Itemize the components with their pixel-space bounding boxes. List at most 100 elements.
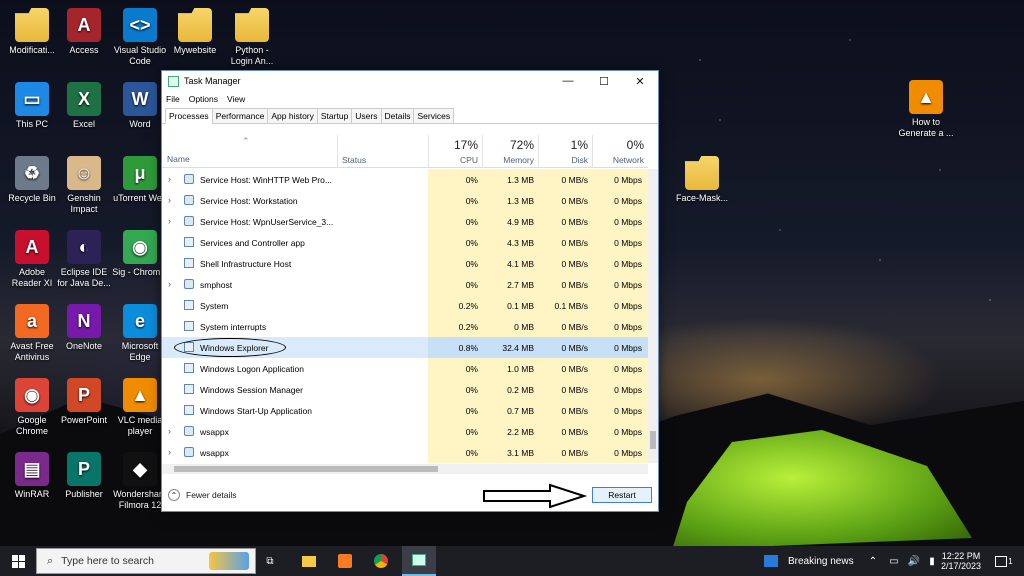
desktop-icon[interactable]: P Publisher: [56, 452, 112, 500]
xampp-taskbar-icon[interactable]: [332, 546, 358, 576]
table-row[interactable]: Windows Logon Application 0% 1.0 MB 0 MB/s 0…: [162, 358, 648, 379]
desktop-icon[interactable]: X Excel: [56, 82, 112, 130]
tab-details[interactable]: Details: [380, 108, 415, 123]
table-row[interactable]: System 0.2% 0.1 MB 0.1 MB/s 0 Mbps: [162, 295, 648, 316]
table-row[interactable]: › Service Host: WpnUserService_3... 0% 4.9 …: [162, 211, 648, 232]
menu-file[interactable]: File: [166, 94, 180, 104]
column-cpu[interactable]: 17% CPU: [428, 135, 482, 168]
desktop-icon[interactable]: ▲ How to Generate a ...: [898, 80, 954, 139]
notification-center-icon[interactable]: 1: [992, 546, 1016, 576]
desktop-icon-label: Sig - Chrom...: [112, 267, 168, 277]
desktop-icon[interactable]: ▭ This PC: [4, 82, 60, 130]
desktop-icon[interactable]: Python - Login An...: [224, 8, 280, 67]
horizontal-scrollbar[interactable]: [162, 464, 648, 474]
cpu-value: 0%: [465, 280, 478, 290]
chevron-right-icon[interactable]: ›: [168, 174, 171, 184]
app-icon: <>: [123, 8, 157, 42]
desktop-icon-label: Mywebsite: [173, 45, 217, 55]
cpu-value: 0.8%: [458, 343, 478, 353]
desktop-icon[interactable]: e Microsoft Edge: [112, 304, 168, 363]
desktop-icon[interactable]: A Adobe Reader XI: [4, 230, 60, 289]
news-widget[interactable]: Breaking news: [764, 546, 860, 576]
fewer-details-link[interactable]: ⌃ Fewer details: [168, 489, 237, 501]
column-memory[interactable]: 72% Memory: [482, 135, 538, 168]
start-button[interactable]: [0, 546, 36, 576]
desktop-icon[interactable]: ☺ Genshin Impact: [56, 156, 112, 215]
close-button[interactable]: ✕: [622, 71, 658, 91]
desktop-icon[interactable]: ◆ Wondershare Filmora 12: [112, 452, 168, 511]
table-row[interactable]: › wsappx 0% 2.2 MB 0 MB/s 0 Mbps: [162, 421, 648, 442]
table-row[interactable]: › smphost 0% 2.7 MB 0 MB/s 0 Mbps: [162, 274, 648, 295]
desktop-icon[interactable]: ▲ VLC media player: [112, 378, 168, 437]
app-icon: ▲: [123, 378, 157, 412]
chevron-right-icon[interactable]: ›: [168, 279, 171, 289]
desktop-icon[interactable]: N OneNote: [56, 304, 112, 352]
desktop-icon[interactable]: ◐ Eclipse IDE for Java De...: [56, 230, 112, 289]
column-network[interactable]: 0% Network: [592, 135, 648, 168]
vertical-scroll-thumb[interactable]: [650, 431, 656, 449]
table-row[interactable]: Services and Controller app 0% 4.3 MB 0 MB/…: [162, 232, 648, 253]
search-highlight-icon: [209, 552, 249, 570]
file-explorer-taskbar-icon[interactable]: [296, 546, 322, 576]
menu-options[interactable]: Options: [189, 94, 218, 104]
desktop-icon[interactable]: P PowerPoint: [56, 378, 112, 426]
chevron-right-icon[interactable]: ›: [168, 447, 171, 457]
table-row[interactable]: System interrupts 0.2% 0 MB 0 MB/s 0 Mbps: [162, 316, 648, 337]
chevron-right-icon[interactable]: ›: [168, 216, 171, 226]
table-row[interactable]: Windows Start-Up Application 0% 0.7 MB 0 MB…: [162, 400, 648, 421]
tab-users[interactable]: Users: [351, 108, 382, 123]
restart-button[interactable]: Restart: [592, 487, 652, 503]
column-name[interactable]: Name: [167, 154, 190, 164]
tab-services[interactable]: Services: [413, 108, 455, 123]
table-row[interactable]: › Service Host: Workstation 0% 1.3 MB 0 MB/s…: [162, 190, 648, 211]
desktop-icon[interactable]: A Access: [56, 8, 112, 56]
column-status[interactable]: Status: [337, 135, 428, 168]
desktop-icon[interactable]: Modificati...: [4, 8, 60, 56]
desktop-icon[interactable]: a Avast Free Antivirus: [4, 304, 60, 363]
folder-icon: [685, 156, 719, 190]
network-icon[interactable]: ▭: [886, 546, 902, 576]
table-row[interactable]: Windows Session Manager 0% 0.2 MB 0 MB/s 0 M…: [162, 379, 648, 400]
desktop-icon[interactable]: ♻ Recycle Bin: [4, 156, 60, 204]
arrow-annotation: [483, 483, 588, 509]
maximize-button[interactable]: ☐: [586, 71, 622, 91]
table-row[interactable]: Shell Infrastructure Host 0% 4.1 MB 0 MB/s 0…: [162, 253, 648, 274]
desktop-icon[interactable]: ◉ Google Chrome: [4, 378, 60, 437]
desktop-icon[interactable]: ▤ WinRAR: [4, 452, 60, 500]
tab-app-history[interactable]: App history: [267, 108, 318, 123]
task-manager-taskbar-icon[interactable]: [402, 546, 436, 576]
volume-icon[interactable]: 🔊: [906, 546, 922, 576]
tab-startup[interactable]: Startup: [316, 108, 353, 123]
battery-icon[interactable]: ▮: [924, 546, 940, 576]
chevron-right-icon[interactable]: ›: [168, 426, 171, 436]
desktop-icon[interactable]: <> Visual Studio Code: [112, 8, 168, 67]
task-view-icon[interactable]: ⧉: [258, 546, 282, 576]
tab-performance[interactable]: Performance: [211, 108, 269, 123]
desktop-icon[interactable]: ◉ Sig - Chrom...: [112, 230, 168, 278]
network-value: 0 Mbps: [614, 427, 642, 437]
memory-value: 4.1 MB: [507, 259, 534, 269]
column-disk[interactable]: 1% Disk: [538, 135, 592, 168]
desktop-icon-label: Publisher: [65, 489, 103, 499]
desktop-icon-label: Google Chrome: [15, 415, 48, 436]
menu-view[interactable]: View: [227, 94, 245, 104]
vertical-scrollbar[interactable]: [648, 169, 658, 463]
clock[interactable]: 12:22 PM 2/17/2023: [940, 546, 982, 576]
taskbar-search-box[interactable]: ⌕ Type here to search: [36, 548, 256, 574]
chrome-taskbar-icon[interactable]: [368, 546, 394, 576]
tab-processes[interactable]: Processes: [165, 108, 213, 124]
network-value: 0 Mbps: [614, 217, 642, 227]
table-row[interactable]: › Service Host: WinHTTP Web Pro... 0% 1.3 M…: [162, 169, 648, 190]
chevron-right-icon[interactable]: ›: [168, 195, 171, 205]
desktop-icon[interactable]: W Word: [112, 82, 168, 130]
desktop-icon[interactable]: μ uTorrent Web: [112, 156, 168, 204]
minimize-button[interactable]: —: [550, 71, 586, 91]
table-row[interactable]: › wsappx 0% 3.1 MB 0 MB/s 0 Mbps: [162, 442, 648, 463]
desktop-icon[interactable]: Face-Mask...: [674, 156, 730, 204]
menu-bar: File Options View: [162, 91, 658, 107]
cpu-value: 0%: [465, 217, 478, 227]
table-row[interactable]: Windows Explorer 0.8% 32.4 MB 0 MB/s 0 Mbps: [162, 337, 648, 358]
horizontal-scroll-thumb[interactable]: [174, 466, 438, 472]
chevron-up-icon[interactable]: ⌃: [866, 546, 880, 576]
desktop-icon[interactable]: Mywebsite: [167, 8, 223, 56]
